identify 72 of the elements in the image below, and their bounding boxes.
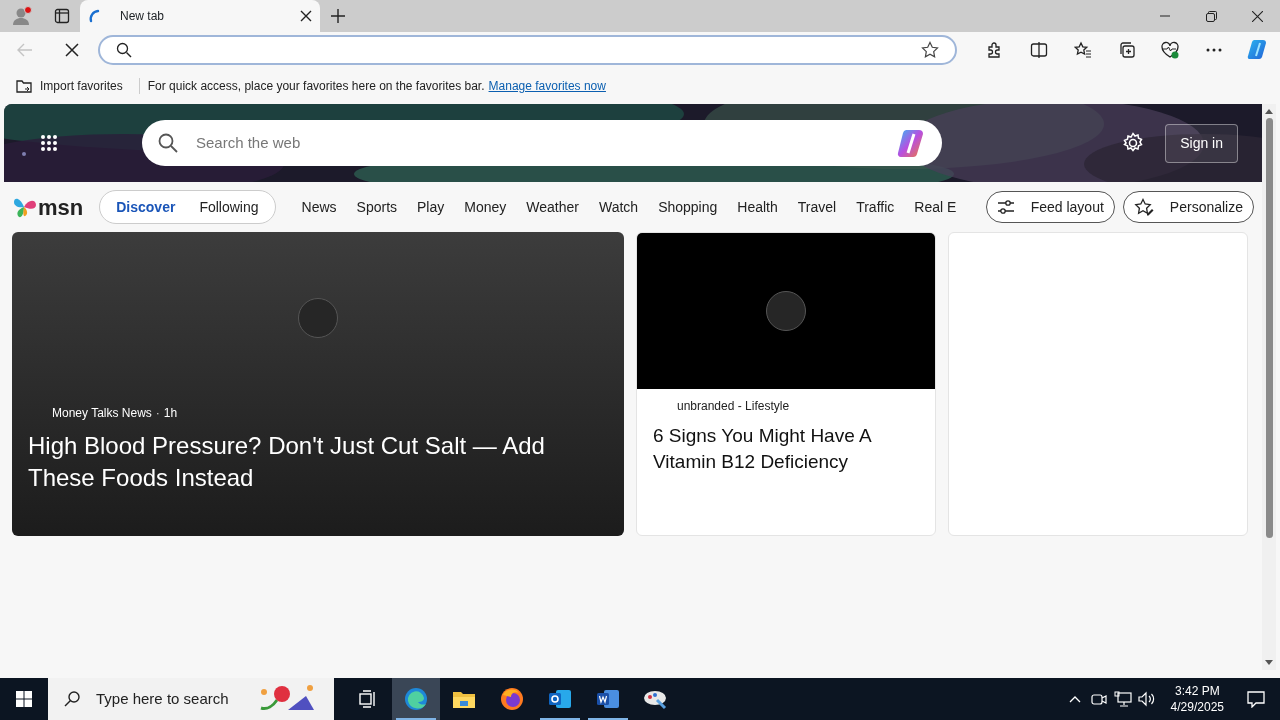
search-icon bbox=[64, 691, 80, 707]
taskbar-clock[interactable]: 3:42 PM 4/29/2025 bbox=[1162, 683, 1232, 715]
taskbar-search-field[interactable]: Type here to search bbox=[48, 678, 334, 720]
feed-tab[interactable]: Discover bbox=[104, 191, 188, 223]
manage-favorites-link[interactable]: Manage favorites now bbox=[488, 77, 606, 95]
feed-tab[interactable]: Following bbox=[187, 191, 271, 223]
news-card[interactable]: unbranded - Lifestyle 6 Signs You Might Have A Vitamin B12 Deficiency bbox=[636, 232, 936, 536]
category-link[interactable]: Travel bbox=[787, 196, 847, 218]
news-time: 1h bbox=[163, 405, 178, 422]
folder-icon bbox=[16, 79, 32, 93]
notifications-icon[interactable] bbox=[1247, 690, 1265, 708]
scrollbar-thumb[interactable] bbox=[1265, 118, 1273, 538]
search-icon bbox=[158, 133, 178, 153]
news-headline: High Blood Pressure? Don't Just Cut Salt — Add These Foods Instead bbox=[28, 431, 546, 493]
favorite-star-icon[interactable] bbox=[921, 41, 939, 59]
news-headline: 6 Signs You Might Have A Vitamin B12 Deficiency bbox=[653, 424, 873, 474]
category-link[interactable]: Play bbox=[407, 196, 455, 218]
browser-tab[interactable]: New tab bbox=[80, 0, 320, 32]
task-view-icon bbox=[359, 690, 377, 708]
palette-brush-icon bbox=[643, 688, 669, 710]
camera-icon[interactable] bbox=[1090, 691, 1107, 707]
loading-spinner-icon bbox=[298, 298, 338, 338]
personalize-button[interactable]: Personalize bbox=[1122, 191, 1254, 223]
category-link[interactable]: Health bbox=[727, 196, 788, 218]
category-link[interactable]: Sports bbox=[346, 196, 408, 218]
speaker-icon[interactable] bbox=[1137, 691, 1156, 707]
category-link[interactable]: Shopping bbox=[648, 196, 728, 218]
news-source: Money Talks News bbox=[52, 405, 152, 422]
feed-layout-button[interactable]: Feed layout bbox=[985, 191, 1115, 223]
category-link[interactable]: News bbox=[291, 196, 347, 218]
app-launcher-icon[interactable] bbox=[40, 134, 58, 152]
sliders-icon bbox=[996, 199, 1015, 215]
stop-icon[interactable] bbox=[64, 43, 79, 57]
favorites-bar-message: For quick access, place your favorites here on the favorites bar. bbox=[147, 78, 485, 95]
restore-icon[interactable] bbox=[1205, 10, 1217, 22]
scroll-up-icon[interactable] bbox=[1265, 108, 1273, 114]
more-icon[interactable] bbox=[1206, 48, 1223, 52]
news-card[interactable]: Money Talks News · 1h High Blood Pressure? Don't Just Cut Salt — Add These Foods Instead bbox=[12, 232, 624, 536]
network-icon[interactable] bbox=[1113, 691, 1132, 707]
tab-actions-icon[interactable] bbox=[54, 8, 70, 24]
profile-icon[interactable] bbox=[12, 6, 32, 26]
settings-icon[interactable] bbox=[1122, 132, 1145, 154]
heart-pulse-icon[interactable] bbox=[1160, 41, 1181, 59]
star-pencil-icon bbox=[1133, 198, 1154, 216]
category-link[interactable]: Real E bbox=[904, 196, 967, 218]
category-link[interactable]: Watch bbox=[588, 196, 649, 218]
copilot-icon[interactable] bbox=[896, 128, 926, 158]
close-icon[interactable] bbox=[300, 10, 312, 22]
windows-start-icon[interactable] bbox=[16, 691, 32, 707]
close-icon[interactable] bbox=[1251, 10, 1263, 22]
news-source: unbranded - Lifestyle bbox=[676, 398, 791, 415]
msn-logo[interactable]: msn bbox=[12, 195, 84, 219]
category-link[interactable]: Weather bbox=[516, 196, 589, 218]
chevron-up-icon[interactable] bbox=[1068, 695, 1081, 703]
favorites-icon[interactable] bbox=[1073, 41, 1092, 59]
split-screen-icon[interactable] bbox=[1029, 41, 1048, 59]
folder-icon bbox=[452, 689, 476, 709]
sign-in-button[interactable]: Sign in bbox=[1165, 123, 1238, 163]
new-tab-icon[interactable] bbox=[331, 9, 345, 23]
separator-dot: · bbox=[155, 405, 160, 422]
fox-globe-icon bbox=[500, 687, 524, 711]
loading-spinner-icon bbox=[766, 291, 806, 331]
mail-app-icon bbox=[548, 687, 572, 711]
scroll-down-icon[interactable] bbox=[1265, 660, 1273, 666]
search-icon bbox=[115, 42, 132, 58]
category-link[interactable]: Money bbox=[454, 196, 517, 218]
collections-icon[interactable] bbox=[1117, 41, 1136, 59]
import-favorites-button[interactable]: Import favorites bbox=[16, 77, 131, 95]
web-search-field[interactable]: Search the web bbox=[142, 120, 942, 166]
category-link[interactable]: Traffic bbox=[846, 196, 905, 218]
document-app-icon bbox=[596, 687, 620, 711]
swirl-icon bbox=[404, 687, 428, 711]
